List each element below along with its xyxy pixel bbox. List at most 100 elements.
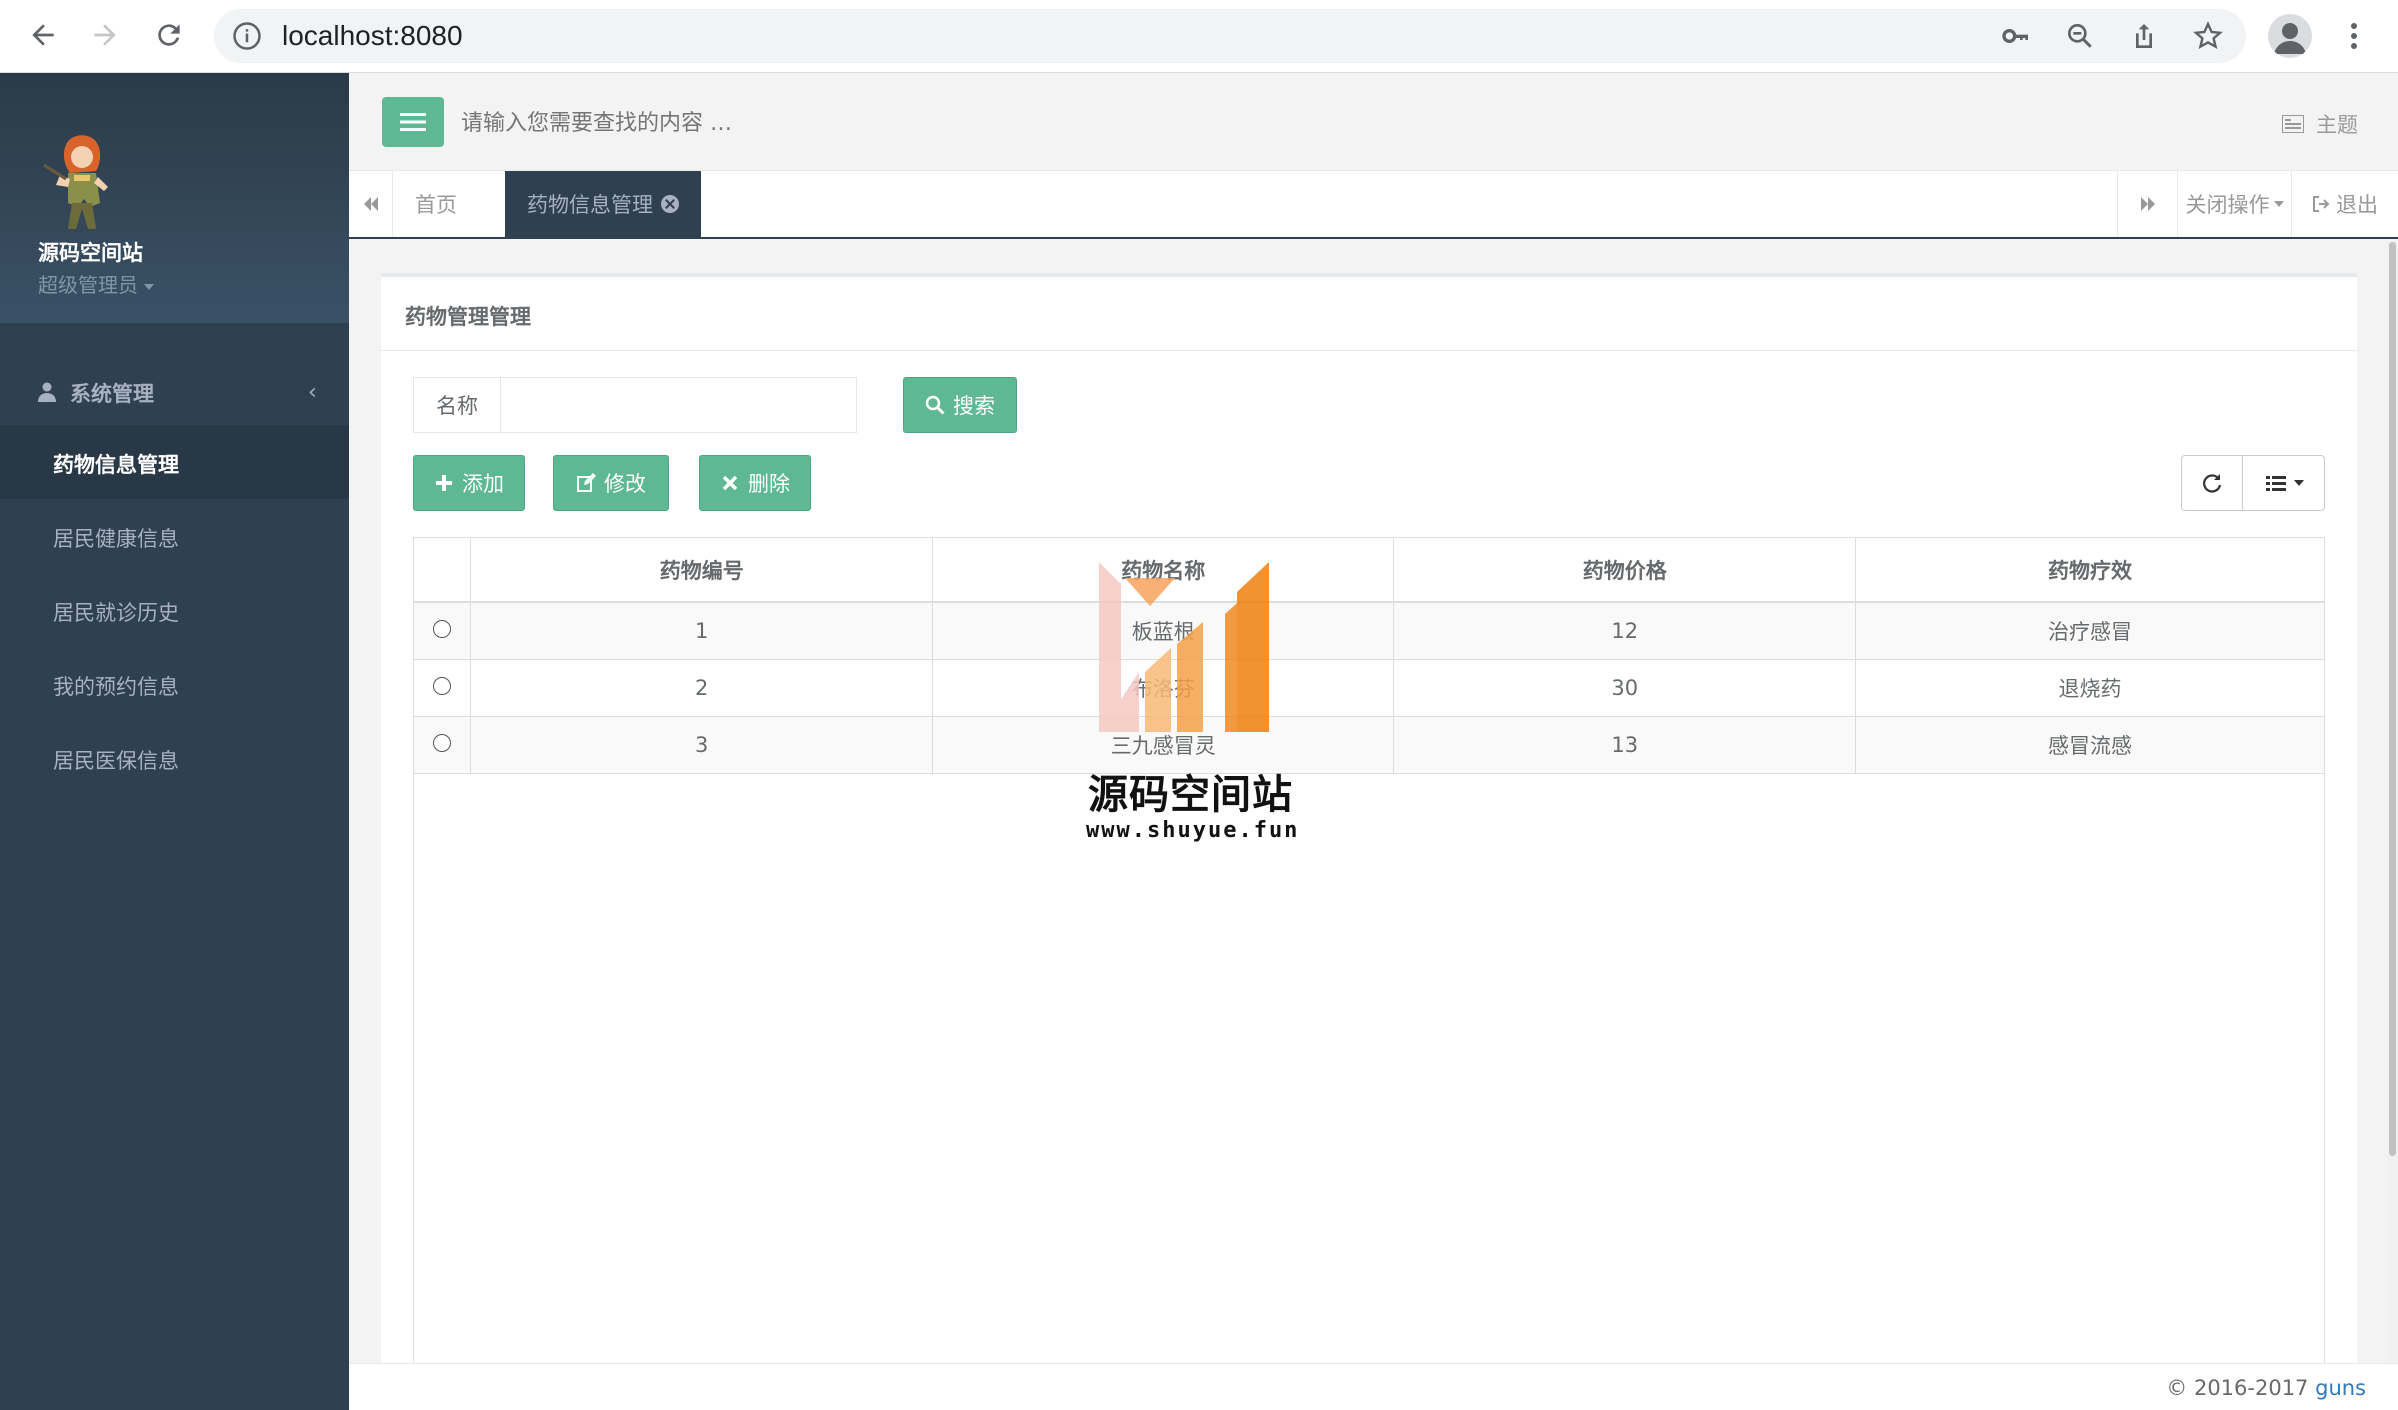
plus-icon (436, 475, 452, 491)
sidebar-item-visit-history[interactable]: 居民就诊历史 (0, 573, 349, 647)
star-icon[interactable] (2192, 20, 2224, 52)
refresh-button[interactable] (2181, 455, 2243, 511)
tab-label: 药物信息管理 (527, 193, 653, 217)
table-row[interactable]: 1 板蓝根 12 治疗感冒 (414, 602, 2324, 660)
chevron-left-icon: ‹ (308, 380, 317, 405)
tab-scroll-right-button[interactable] (2117, 171, 2177, 237)
column-header-id[interactable]: 药物编号 (470, 538, 933, 603)
refresh-icon (2203, 474, 2222, 493)
search-button[interactable]: 搜索 (903, 377, 1017, 433)
close-tab-icon[interactable] (661, 195, 679, 213)
sidebar-profile: 源码空间站 超级管理员 (0, 73, 349, 323)
name-search-input[interactable] (501, 377, 857, 433)
tab-bar: 首页 药物信息管理 关闭操作 退出 (349, 171, 2398, 239)
sign-out-icon (2313, 196, 2330, 212)
user-role-label: 超级管理员 (38, 273, 138, 297)
edit-button[interactable]: 修改 (553, 455, 669, 511)
page-scrollbar[interactable] (2387, 242, 2398, 1366)
page-title: 药物管理管理 (405, 305, 531, 329)
global-search-input[interactable] (461, 101, 1161, 145)
footer: © 2016-2017 guns (349, 1363, 2398, 1410)
edit-button-label: 修改 (604, 472, 646, 496)
tab-drug-info[interactable]: 药物信息管理 (505, 171, 701, 237)
logout-label: 退出 (2336, 193, 2378, 217)
footer-link[interactable]: guns (2315, 1376, 2366, 1400)
sidebar-nav: 药物信息管理 居民健康信息 居民就诊历史 我的预约信息 居民医保信息 (0, 425, 349, 795)
row-select-cell (414, 602, 472, 660)
delete-button[interactable]: 删除 (699, 455, 811, 511)
browser-toolbar: localhost:8080 (0, 0, 2398, 73)
column-header-price[interactable]: 药物价格 (1393, 538, 1856, 603)
scrollbar-thumb[interactable] (2389, 242, 2396, 1156)
edit-icon (577, 473, 596, 492)
search-icon (925, 395, 945, 415)
select-column-header (414, 538, 472, 603)
column-header-name[interactable]: 药物名称 (932, 538, 1395, 603)
cell-effect: 感冒流感 (1855, 716, 2324, 774)
sidebar-item-label: 居民健康信息 (53, 527, 179, 551)
url-text[interactable]: localhost:8080 (282, 9, 463, 63)
table-toolbar (2181, 455, 2325, 511)
columns-toggle-button[interactable] (2243, 455, 2325, 511)
zoom-icon[interactable] (2064, 20, 2096, 52)
cell-name: 布洛芬 (932, 659, 1395, 717)
row-radio[interactable] (433, 733, 452, 752)
double-right-icon (2140, 197, 2155, 211)
avatar[interactable] (38, 125, 124, 235)
user-role-dropdown[interactable]: 超级管理员 (38, 269, 154, 298)
tab-home[interactable]: 首页 (393, 171, 479, 237)
caret-down-icon (2273, 201, 2284, 207)
forward-arrow-icon (94, 24, 116, 46)
forward-button[interactable] (82, 12, 128, 58)
kebab-menu-icon (2351, 23, 2357, 49)
drug-table: 药物编号 药物名称 药物价格 药物疗效 1 板蓝根 12 治疗感冒 2 布洛芬 … (413, 537, 2325, 1367)
footer-copyright: © 2016-2017 guns (2166, 1376, 2366, 1400)
cell-id: 3 (470, 716, 933, 774)
table-row[interactable]: 3 三九感冒灵 13 感冒流感 (414, 716, 2324, 774)
cell-price: 13 (1393, 716, 1856, 774)
row-radio[interactable] (433, 619, 452, 638)
sidebar-item-label: 药物信息管理 (53, 453, 179, 477)
sidebar-item-insurance[interactable]: 居民医保信息 (0, 721, 349, 795)
content-panel: 药物管理管理 名称 搜索 添加 修改 删除 药物编号 药物名称 药物价格 药物疗… (381, 273, 2357, 1367)
sidebar-item-drug-info[interactable]: 药物信息管理 (0, 425, 349, 499)
hamburger-icon (400, 113, 426, 131)
back-button[interactable] (20, 12, 66, 58)
row-radio[interactable] (433, 676, 452, 695)
watermark-name: 源码空间站 (1088, 772, 1293, 818)
sidebar-item-resident-health[interactable]: 居民健康信息 (0, 499, 349, 573)
sidebar-item-label: 我的预约信息 (53, 675, 179, 699)
address-bar[interactable]: localhost:8080 (214, 9, 2246, 63)
sidebar-group-system[interactable]: 系统管理 ‹ (0, 358, 349, 428)
share-icon[interactable] (2128, 20, 2160, 52)
tab-scroll-left-button[interactable] (349, 171, 393, 237)
back-arrow-icon (32, 24, 54, 46)
browser-menu-button[interactable] (2336, 14, 2372, 58)
delete-button-label: 删除 (748, 472, 790, 496)
add-button[interactable]: 添加 (413, 455, 525, 511)
sidebar-item-label: 居民医保信息 (53, 749, 179, 773)
list-icon (2265, 476, 2286, 491)
cell-effect: 治疗感冒 (1855, 602, 2324, 660)
caret-down-icon (144, 283, 154, 290)
logout-button[interactable]: 退出 (2291, 171, 2398, 237)
column-header-effect[interactable]: 药物疗效 (1855, 538, 2324, 603)
name-search-group: 名称 (413, 377, 857, 433)
info-icon[interactable] (232, 21, 262, 51)
sidebar-site-name: 源码空间站 (38, 241, 143, 265)
sidebar-item-appointments[interactable]: 我的预约信息 (0, 647, 349, 721)
table-row[interactable]: 2 布洛芬 30 退烧药 (414, 659, 2324, 717)
close-operations-dropdown[interactable]: 关闭操作 (2177, 171, 2291, 237)
reload-button[interactable] (146, 12, 192, 58)
copyright-text: © 2016-2017 (2166, 1376, 2316, 1400)
cell-effect: 退烧药 (1855, 659, 2324, 717)
menu-toggle-button[interactable] (382, 97, 444, 147)
search-button-label: 搜索 (953, 394, 995, 418)
theme-button[interactable]: 主题 (2282, 109, 2358, 139)
sidebar-group-label: 系统管理 (70, 382, 154, 406)
row-select-cell (414, 716, 472, 774)
sidebar: 源码空间站 超级管理员 系统管理 ‹ 药物信息管理 居民健康信息 居民就诊历史 … (0, 73, 349, 1410)
profile-avatar[interactable] (2268, 14, 2312, 58)
close-operations-label: 关闭操作 (2185, 193, 2270, 217)
key-icon[interactable] (2000, 20, 2032, 52)
